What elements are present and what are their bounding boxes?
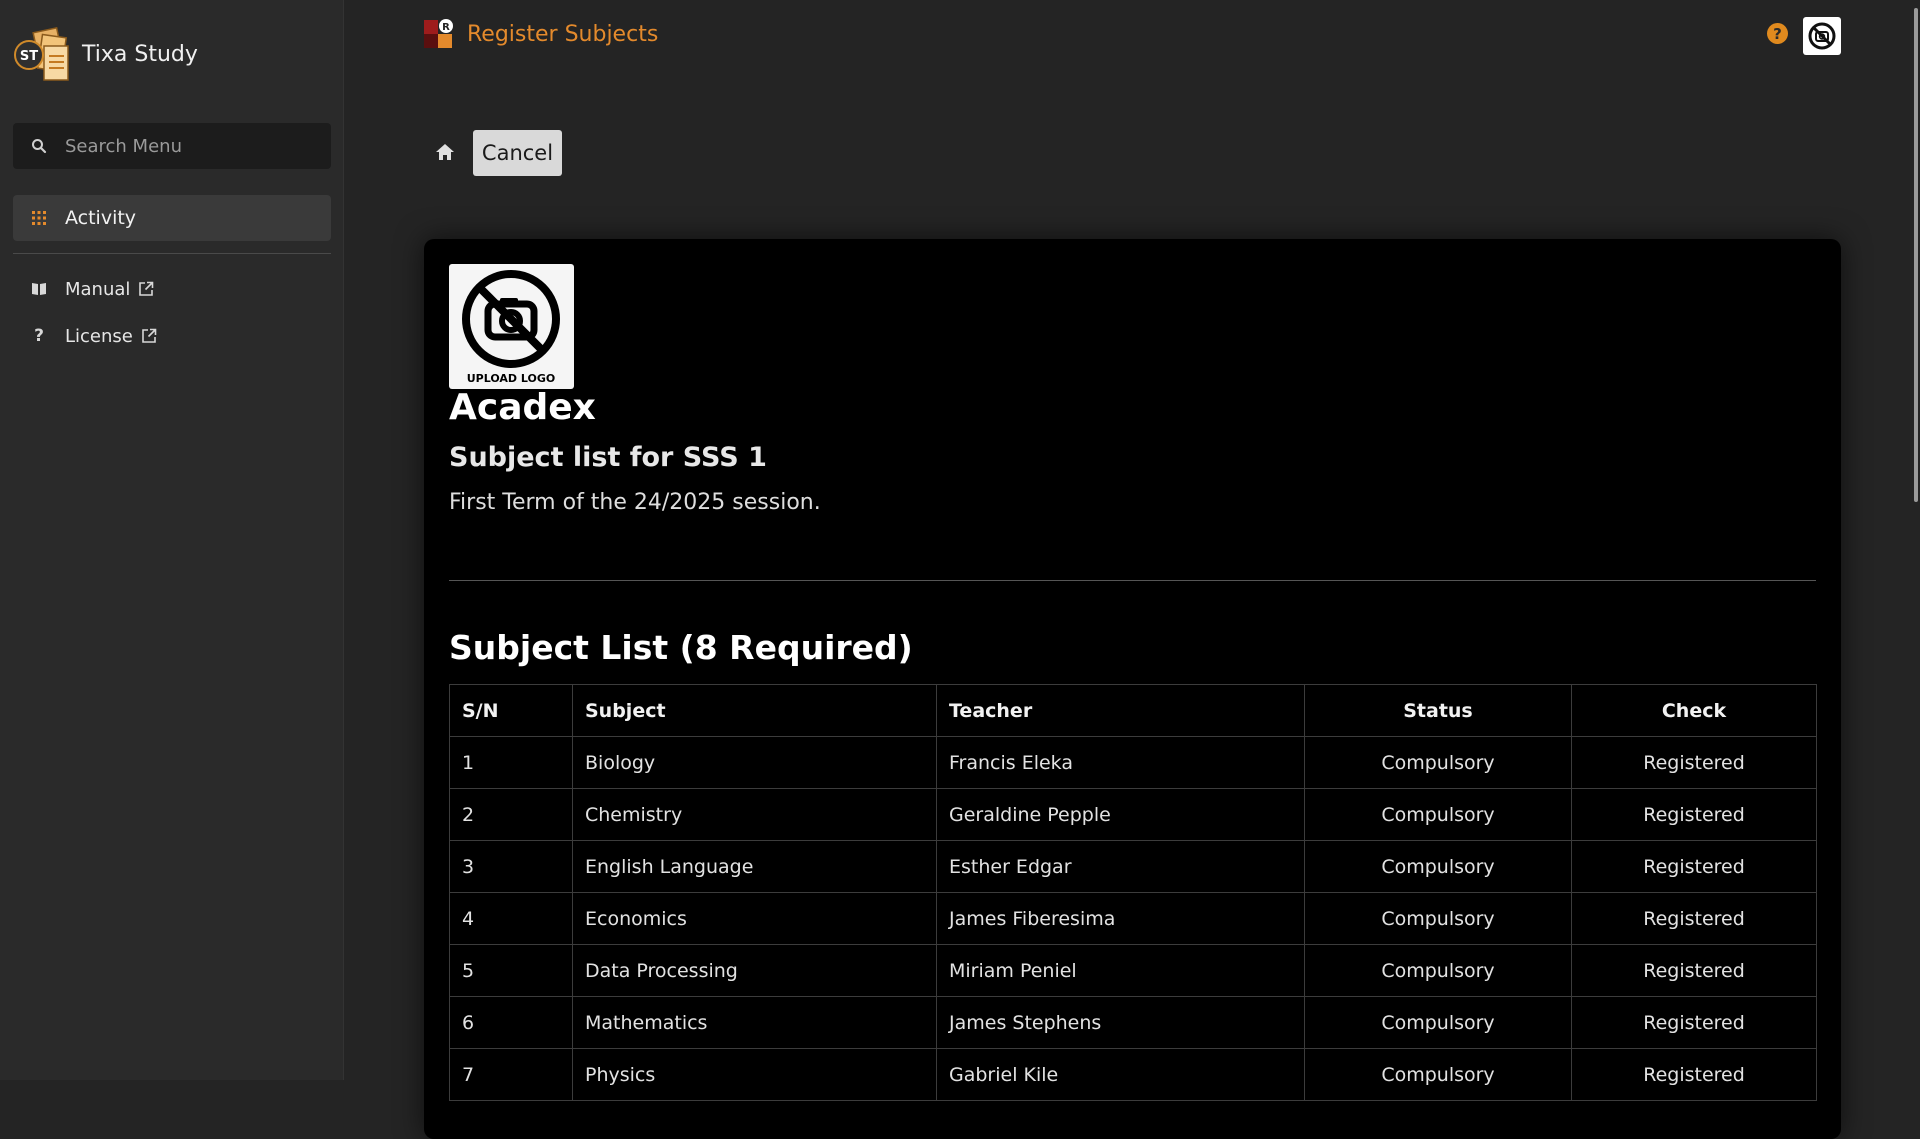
sidebar-item-label: License — [65, 325, 133, 347]
app-name: Tixa Study — [82, 41, 198, 67]
column-header-sn: S/N — [449, 684, 573, 737]
cell-status: Compulsory — [1304, 788, 1572, 841]
sidebar-divider — [13, 253, 331, 254]
cell-teacher: Esther Edgar — [936, 840, 1305, 893]
cell-teacher: Geraldine Pepple — [936, 788, 1305, 841]
cell-subject: Physics — [572, 1048, 937, 1101]
table-row: 7 Physics Gabriel Kile Compulsory Regist… — [449, 1048, 1817, 1101]
cell-status: Compulsory — [1304, 892, 1572, 945]
cell-check: Registered — [1571, 892, 1817, 945]
sidebar-item-activity[interactable]: Activity — [13, 195, 331, 241]
cell-sn: 1 — [449, 736, 573, 789]
table-row: 1 Biology Francis Eleka Compulsory Regis… — [449, 736, 1817, 789]
cell-teacher: Gabriel Kile — [936, 1048, 1305, 1101]
column-header-check: Check — [1571, 684, 1817, 737]
table-row: 4 Economics James Fiberesima Compulsory … — [449, 892, 1817, 945]
report-subtitle: Subject list for SSS 1 — [449, 442, 767, 473]
sidebar-item-label: Activity — [65, 207, 137, 229]
sidebar-item-manual[interactable]: Manual — [13, 271, 331, 307]
app-logo-icon: ST — [14, 24, 74, 84]
app-logo-text: ST — [20, 49, 38, 64]
register-icon: R — [424, 19, 453, 48]
cell-sn: 7 — [449, 1048, 573, 1101]
upload-logo-icon: UPLOAD LOGO — [462, 270, 560, 385]
search-icon — [32, 139, 47, 154]
cell-sn: 6 — [449, 996, 573, 1049]
cell-check: Registered — [1571, 736, 1817, 789]
page-header: R Register Subjects — [423, 18, 658, 50]
sidebar-item-label: Manual — [65, 278, 131, 300]
sidebar: ST Tixa Study Activity Manual — [0, 0, 344, 1080]
column-header-subject: Subject — [572, 684, 937, 737]
cell-check: Registered — [1571, 944, 1817, 997]
table-row: 5 Data Processing Miriam Peniel Compulso… — [449, 944, 1817, 997]
external-link-icon — [142, 328, 157, 343]
cell-sn: 4 — [449, 892, 573, 945]
cell-subject: Chemistry — [572, 788, 937, 841]
cell-sn: 2 — [449, 788, 573, 841]
table-row: 2 Chemistry Geraldine Pepple Compulsory … — [449, 788, 1817, 841]
school-name: Acadex — [449, 387, 596, 428]
cell-check: Registered — [1571, 840, 1817, 893]
table-row: 6 Mathematics James Stephens Compulsory … — [449, 996, 1817, 1049]
cell-check: Registered — [1571, 1048, 1817, 1101]
cell-sn: 3 — [449, 840, 573, 893]
cell-check: Registered — [1571, 996, 1817, 1049]
search-box[interactable] — [13, 123, 331, 169]
search-input[interactable] — [63, 134, 317, 158]
subject-list-title: Subject List (8 Required) — [449, 628, 913, 667]
cancel-button[interactable]: Cancel — [473, 130, 562, 176]
cell-status: Compulsory — [1304, 1048, 1572, 1101]
no-photo-icon — [1808, 22, 1836, 50]
book-icon — [32, 283, 46, 295]
grid-icon — [32, 211, 46, 225]
cell-status: Compulsory — [1304, 944, 1572, 997]
cell-status: Compulsory — [1304, 736, 1572, 789]
column-header-status: Status — [1304, 684, 1572, 737]
divider — [449, 580, 1816, 581]
cell-teacher: Francis Eleka — [936, 736, 1305, 789]
external-link-icon — [139, 281, 154, 296]
help-icon[interactable]: ? — [1767, 23, 1788, 44]
session-text: First Term of the 24/2025 session. — [449, 490, 821, 515]
upload-logo-caption: UPLOAD LOGO — [467, 372, 556, 385]
cell-sn: 5 — [449, 944, 573, 997]
cell-status: Compulsory — [1304, 840, 1572, 893]
table-header-row: S/N Subject Teacher Status Check — [449, 684, 1817, 737]
column-header-teacher: Teacher — [936, 684, 1305, 737]
cell-subject: Mathematics — [572, 996, 937, 1049]
table-row: 3 English Language Esther Edgar Compulso… — [449, 840, 1817, 893]
cell-teacher: James Fiberesima — [936, 892, 1305, 945]
avatar[interactable] — [1803, 17, 1841, 55]
upload-logo[interactable]: UPLOAD LOGO — [449, 264, 574, 389]
question-icon: ? — [34, 326, 44, 346]
page-scrollbar[interactable] — [1912, 0, 1920, 1080]
cell-subject: Economics — [572, 892, 937, 945]
cell-check: Registered — [1571, 788, 1817, 841]
brand[interactable]: ST Tixa Study — [14, 24, 198, 84]
cell-subject: Data Processing — [572, 944, 937, 997]
home-icon[interactable] — [434, 141, 456, 163]
cell-teacher: James Stephens — [936, 996, 1305, 1049]
subject-list-card: UPLOAD LOGO Acadex Subject list for SSS … — [424, 239, 1841, 1139]
scrollbar-thumb[interactable] — [1914, 8, 1918, 502]
cell-subject: Biology — [572, 736, 937, 789]
page-title: Register Subjects — [467, 21, 659, 47]
sidebar-item-license[interactable]: ? License — [13, 318, 331, 354]
cell-teacher: Miriam Peniel — [936, 944, 1305, 997]
cell-subject: English Language — [572, 840, 937, 893]
svg-text:R: R — [442, 22, 450, 33]
cell-status: Compulsory — [1304, 996, 1572, 1049]
subjects-table: S/N Subject Teacher Status Check 1 Biolo… — [449, 684, 1817, 1101]
